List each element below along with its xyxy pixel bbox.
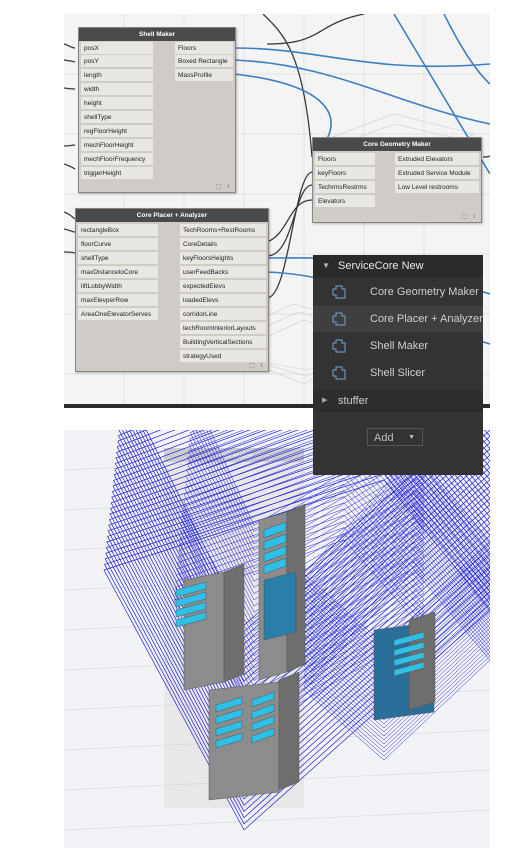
input-port[interactable]: Floors: [315, 153, 375, 166]
node-title: Core Placer + Analyzer: [76, 209, 268, 222]
custom-node-icon: [332, 312, 346, 326]
output-port[interactable]: userFeedBacks: [180, 266, 266, 279]
input-port[interactable]: triggerHeight: [81, 167, 153, 180]
caret-down-icon: ▼: [322, 261, 330, 270]
input-port[interactable]: shellType: [78, 252, 158, 265]
node-core-geometry-maker[interactable]: Core Geometry Maker Floors keyFloors Tec…: [312, 137, 482, 223]
input-port[interactable]: keyFloors: [315, 167, 375, 180]
input-port[interactable]: regFloorHeight: [81, 125, 153, 138]
input-port[interactable]: rectangleBox: [78, 224, 158, 237]
library-item-shell-maker[interactable]: Shell Maker: [313, 333, 483, 359]
input-port[interactable]: posX: [81, 42, 153, 55]
caret-right-icon: ▶: [322, 397, 328, 404]
node-footer-icons: ⬚ ı: [215, 184, 231, 190]
elevator-block: [263, 571, 297, 641]
custom-node-icon: [332, 366, 346, 380]
library-subcategory-label: stuffer: [338, 395, 369, 407]
output-port[interactable]: Extruded Elevators: [395, 153, 479, 166]
library-item-core-geometry-maker[interactable]: Core Geometry Maker: [313, 279, 483, 305]
output-port[interactable]: BuildingVerticalSections: [180, 336, 266, 349]
library-category-servicecore[interactable]: ▼ ServiceCore New: [313, 255, 483, 277]
output-port[interactable]: loadedElevs: [180, 294, 266, 307]
output-port[interactable]: Boxed Rectangle: [175, 55, 233, 68]
output-port[interactable]: MassProfile: [175, 69, 233, 82]
custom-node-icon: [332, 339, 346, 353]
node-title: Shell Maker: [79, 28, 235, 41]
output-port[interactable]: Low Level restrooms: [395, 181, 479, 194]
input-port[interactable]: maxDistancetoCore: [78, 266, 158, 279]
library-item-shell-slicer[interactable]: Shell Slicer: [313, 360, 483, 386]
library-item-core-placer-analyzer[interactable]: Core Placer + Analyzer: [313, 306, 483, 332]
background-preview: Shell Maker: [64, 430, 490, 831]
input-port[interactable]: mechFloorHeight: [81, 139, 153, 152]
geometry-preview-3d[interactable]: Shell Maker: [64, 430, 490, 848]
input-port[interactable]: posY: [81, 55, 153, 68]
library-item-label: Shell Maker: [370, 340, 429, 352]
output-port[interactable]: Floors: [175, 42, 233, 55]
library-category-label: ServiceCore New: [338, 260, 424, 272]
node-footer-icons: ⬚ ı: [248, 363, 264, 369]
output-port[interactable]: Extruded Service Module: [395, 167, 479, 180]
output-port[interactable]: techRoomInteriorLayouts: [180, 322, 266, 335]
node-core-placer-analyzer[interactable]: Core Placer + Analyzer rectangleBox floo…: [75, 208, 269, 372]
input-port[interactable]: shellType: [81, 111, 153, 124]
input-port[interactable]: maxElevperRow: [78, 294, 158, 307]
node-shell-maker[interactable]: Shell Maker posX posY length width heigh…: [78, 27, 236, 193]
output-port[interactable]: corridorLine: [180, 308, 266, 321]
service-core-side: [223, 563, 245, 683]
node-title: Core Geometry Maker: [313, 138, 481, 151]
library-item-label: Shell Slicer: [370, 367, 426, 379]
add-button[interactable]: Add ▼: [367, 428, 423, 446]
input-port[interactable]: height: [81, 97, 153, 110]
output-port[interactable]: expectedElevs: [180, 280, 266, 293]
node-footer-icons: ⬚ ı: [461, 214, 477, 220]
input-port[interactable]: Elevators: [315, 195, 375, 208]
output-port[interactable]: keyFloorsHeights: [180, 252, 266, 265]
library-panel: ▼ ServiceCore New Core Geometry Maker Co…: [313, 255, 483, 475]
input-port[interactable]: length: [81, 69, 153, 82]
service-core-side: [278, 671, 300, 791]
input-port[interactable]: AreaOneElevatorServes: [78, 308, 158, 321]
library-item-label: Core Geometry Maker: [370, 286, 479, 298]
output-port[interactable]: TechRooms+RestRooms: [180, 224, 266, 237]
custom-node-icon: [332, 285, 346, 299]
add-button-label: Add: [374, 432, 394, 444]
library-item-label: Core Placer + Analyzer: [370, 313, 483, 325]
input-port[interactable]: TechrmsRestrms: [315, 181, 375, 194]
input-port[interactable]: width: [81, 83, 153, 96]
input-port[interactable]: floorCurve: [78, 238, 158, 251]
library-category-stuffer[interactable]: ▶ stuffer: [313, 390, 483, 412]
output-port[interactable]: CoreDetails: [180, 238, 266, 251]
chevron-down-icon: ▼: [408, 434, 415, 441]
input-port[interactable]: mechFloorFrequency: [81, 153, 153, 166]
input-port[interactable]: liftLobbyWidth: [78, 280, 158, 293]
